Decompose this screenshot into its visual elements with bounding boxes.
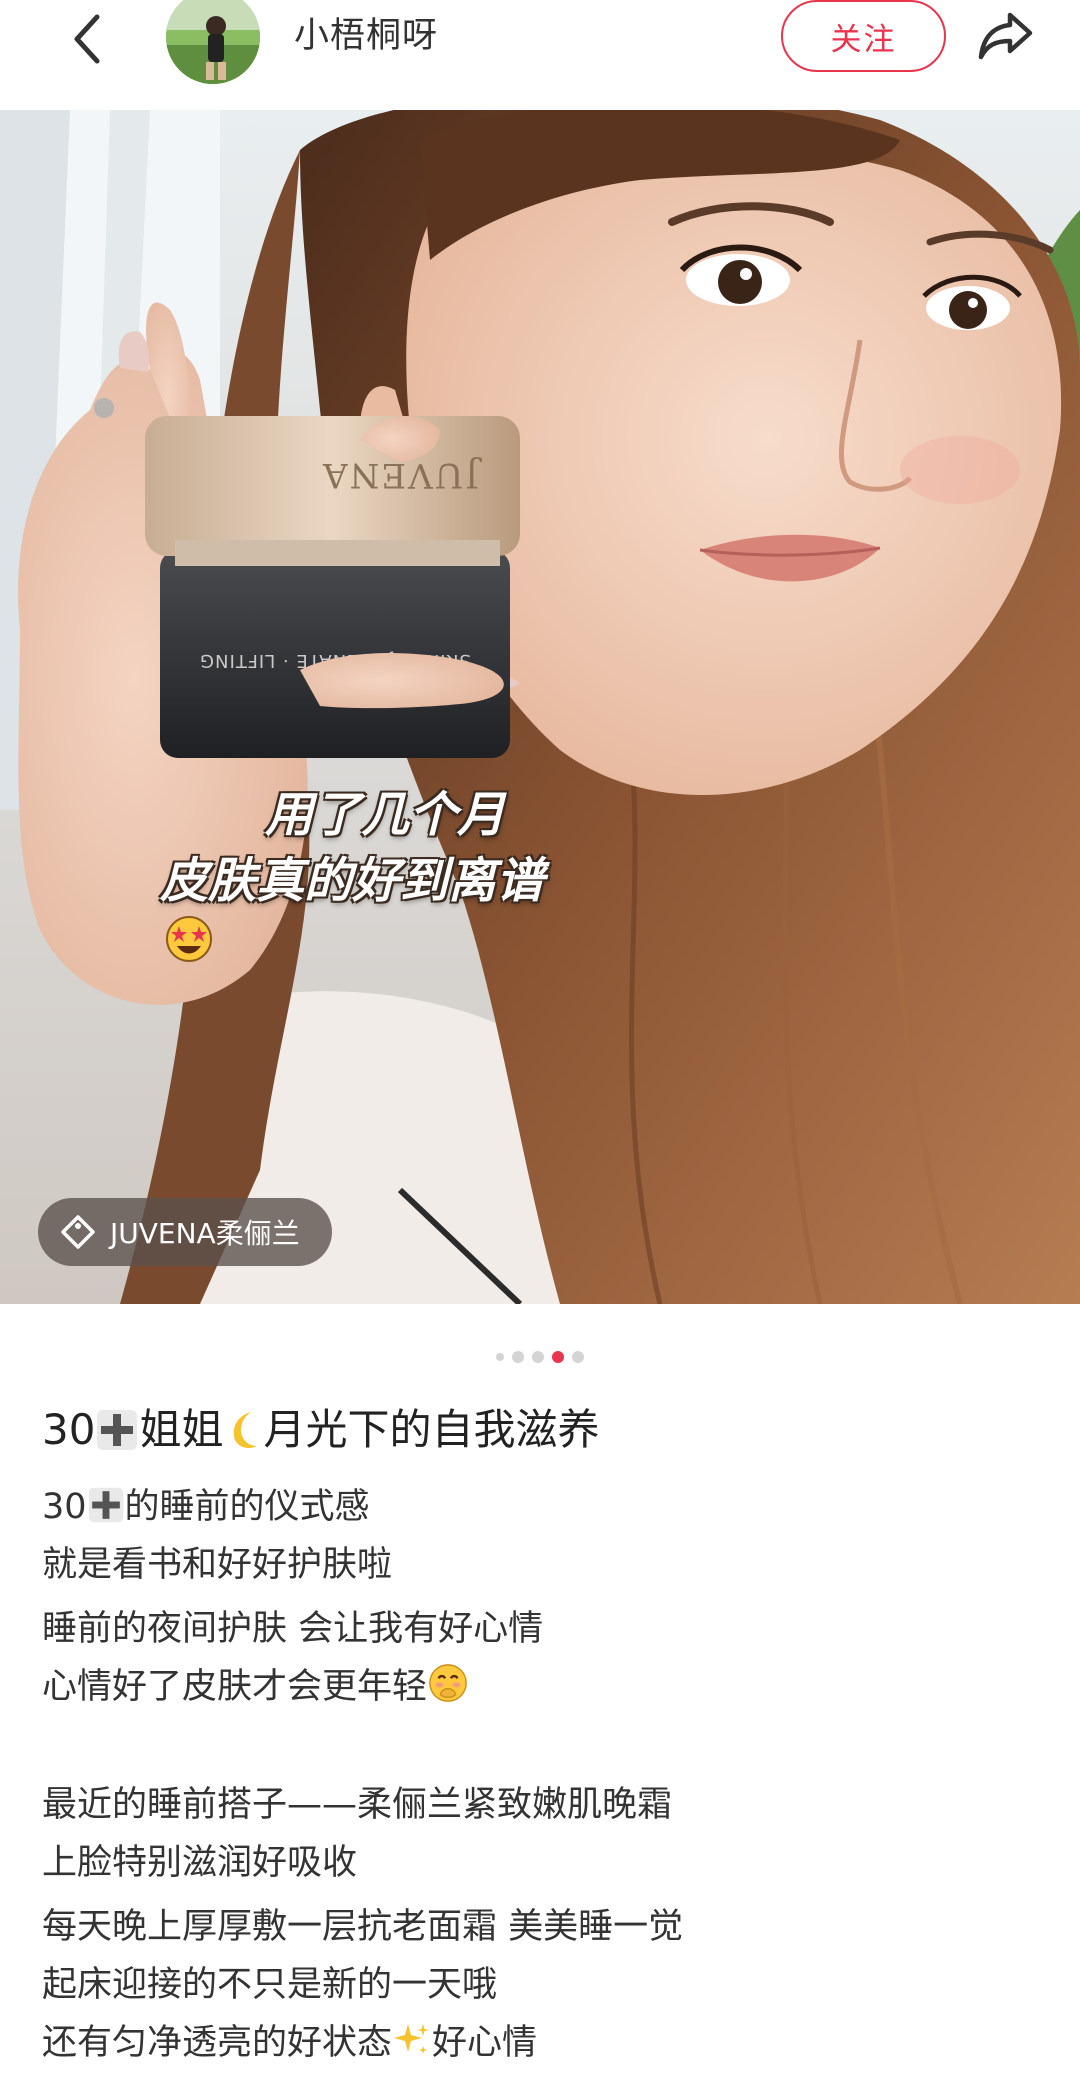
body-line-text: 好心情 xyxy=(432,2023,538,2063)
body-line-text: 还有匀净透亮的好状态 xyxy=(42,2023,393,2063)
body-line-text: 的睡前的仪式感 xyxy=(124,1487,370,1527)
post-body: 30 的睡前的仪式感 就是看书和好好护肤啦 睡前的夜间护肤 会让我有好心情 心情… xyxy=(42,1478,1042,2072)
image-caption-overlay: 用了几个月 皮肤真的好到离谱 xyxy=(160,782,760,964)
chevron-left-icon xyxy=(74,14,100,64)
body-line: 心情好了皮肤才会更年轻 xyxy=(42,1658,1042,1716)
image-pagination xyxy=(0,1350,1080,1364)
brand-tag[interactable]: JUVENA柔俪兰 xyxy=(38,1198,332,1266)
tag-icon xyxy=(58,1212,98,1252)
page-dot-active[interactable] xyxy=(552,1351,564,1363)
body-line-text: 心情好了皮肤才会更年轻 xyxy=(42,1667,428,1707)
page-dot[interactable] xyxy=(512,1351,524,1363)
overlay-line-2: 皮肤真的好到离谱 xyxy=(160,848,760,964)
share-button[interactable] xyxy=(970,0,1042,72)
hand-over-mouth-emoji-icon xyxy=(429,1664,467,1702)
back-button[interactable] xyxy=(52,4,122,74)
title-part-1: 30 xyxy=(42,1405,96,1454)
author-name[interactable]: 小梧桐呀 xyxy=(294,12,438,60)
follow-button[interactable]: 关注 xyxy=(781,0,946,72)
title-part-3: 月光下的自我滋养 xyxy=(263,1405,600,1454)
title-part-2: 姐姐 xyxy=(139,1405,224,1454)
share-arrow-icon xyxy=(978,12,1033,60)
body-line: 睡前的夜间护肤 会让我有好心情 xyxy=(42,1609,544,1649)
avatar[interactable] xyxy=(166,0,260,84)
body-line: 30 的睡前的仪式感 xyxy=(42,1478,1042,1536)
overlay-line-1: 用了几个月 xyxy=(265,787,506,843)
body-line: 上脸特别滋润好吸收 xyxy=(42,1843,358,1883)
body-line-text: 30 xyxy=(42,1487,87,1527)
brand-tag-label: JUVENA柔俪兰 xyxy=(110,1217,300,1250)
crescent-moon-icon xyxy=(234,1412,258,1448)
post-image[interactable]: SKIN REJUVENATE · LIFTING JUVENA 用了几个月 皮… xyxy=(0,110,1080,1304)
plus-icon xyxy=(88,1487,123,1523)
body-line: 还有匀净透亮的好状态 好心情 xyxy=(42,2014,1042,2072)
top-bar: 小梧桐呀 关注 xyxy=(0,0,1080,110)
body-line: 每天晚上厚厚敷一层抗老面霜 美美睡一觉 xyxy=(42,1907,684,1947)
plus-icon xyxy=(97,1410,138,1450)
body-line: 最近的睡前搭子——柔俪兰紧致嫩肌晚霜 xyxy=(42,1785,673,1825)
page-dot[interactable] xyxy=(496,1353,504,1361)
post-title: 30 姐姐 月光下的自我滋养 xyxy=(42,1400,599,1460)
star-struck-emoji-icon xyxy=(166,916,212,962)
body-line: 就是看书和好好护肤啦 xyxy=(42,1545,393,1585)
page-dot[interactable] xyxy=(532,1351,544,1363)
overlay-line-2-text: 皮肤真的好到离谱 xyxy=(160,853,545,909)
sparkles-icon xyxy=(394,2024,430,2054)
page-dot[interactable] xyxy=(572,1351,584,1363)
body-line: 起床迎接的不只是新的一天哦 xyxy=(42,1965,498,2005)
